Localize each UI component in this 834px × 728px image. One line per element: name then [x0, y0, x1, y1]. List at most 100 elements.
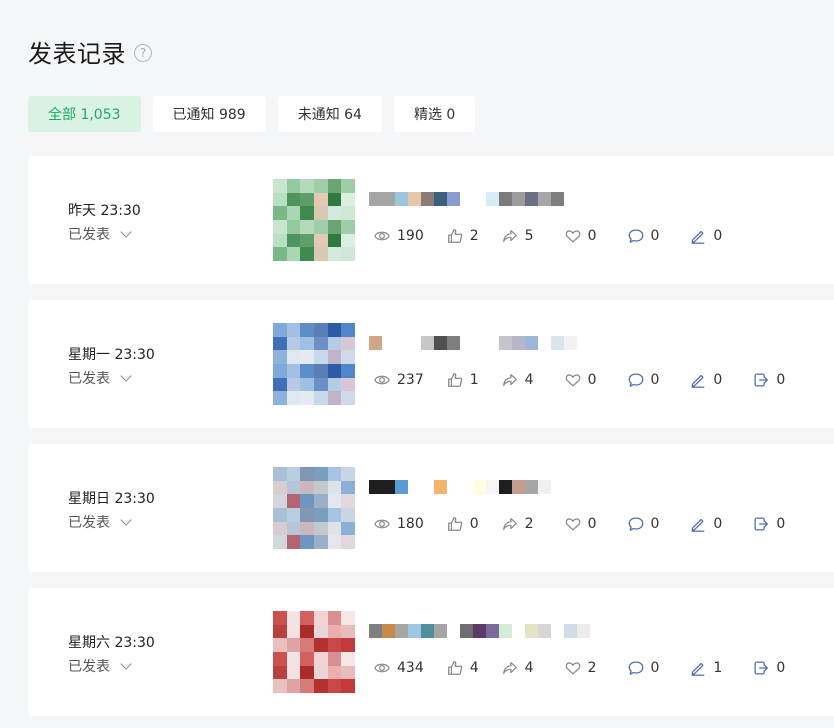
- eye-icon: [373, 371, 391, 389]
- stat-comments: 0: [627, 659, 659, 677]
- thumbnail-pixel: [273, 494, 287, 508]
- thumbnail-pixel: [327, 521, 342, 536]
- post-date: 星期日 23:30: [68, 491, 155, 507]
- post-status-dropdown[interactable]: 已发表: [68, 368, 132, 388]
- thumbnail-pixel: [314, 192, 328, 207]
- edit-icon: [689, 659, 707, 677]
- stat-exports: 0: [752, 659, 785, 677]
- redacted-block: [473, 336, 486, 350]
- redacted-block: [395, 480, 408, 494]
- post-status-label: 已发表: [68, 659, 110, 675]
- thumbnail-pixel: [300, 391, 314, 405]
- stat-exports: 0: [752, 515, 785, 533]
- question-circle-icon[interactable]: ?: [134, 44, 152, 62]
- thumbnail-pixel: [341, 220, 355, 234]
- post-thumbnail[interactable]: [273, 467, 355, 549]
- post-card[interactable]: 星期日 23:30 已发表 180 0 2 0 0 0 0: [28, 444, 834, 572]
- stat-shares: 4: [501, 371, 534, 389]
- thumbnail-pixel: [300, 624, 314, 639]
- thumbnail-pixel: [273, 364, 287, 378]
- thumbnail-pixel: [286, 521, 301, 536]
- thumbnail-pixel: [314, 521, 328, 536]
- stat-shares: 4: [501, 659, 534, 677]
- post-card[interactable]: 星期一 23:30 已发表 237 1 4 0 0 0 0: [28, 300, 834, 428]
- redacted-block: [421, 336, 434, 350]
- thumbnail-pixel: [300, 494, 314, 508]
- thumbnail-pixel: [327, 467, 342, 481]
- thumbnail-pixel: [273, 521, 287, 536]
- stat-edits: 1: [689, 659, 722, 677]
- stat-value: 0: [776, 660, 786, 676]
- post-thumbnail[interactable]: [273, 611, 355, 693]
- thumbnail-pixel: [341, 206, 355, 220]
- stat-value: 0: [713, 228, 723, 244]
- thumbnail-pixel: [327, 247, 342, 261]
- redacted-block: [460, 336, 473, 350]
- post-status-dropdown[interactable]: 已发表: [68, 512, 132, 532]
- redacted-block: [460, 192, 473, 206]
- stat-value: 1: [713, 660, 723, 676]
- thumbnail-pixel: [327, 535, 342, 549]
- post-status-dropdown[interactable]: 已发表: [68, 224, 132, 244]
- redacted-block: [408, 192, 421, 206]
- post-card[interactable]: 星期六 23:30 已发表 434 4 4 2 0 1 0: [28, 588, 834, 716]
- tab-all[interactable]: 全部 1,053: [28, 96, 141, 132]
- thumbnail-pixel: [286, 624, 301, 639]
- thumbnail-pixel: [327, 638, 342, 652]
- thumbnail-pixel: [273, 467, 287, 481]
- stat-edits: 0: [689, 515, 722, 533]
- stat-value: 4: [524, 660, 534, 676]
- thumbs-up-icon: [446, 515, 464, 533]
- share-icon: [501, 515, 519, 533]
- redacted-block: [434, 480, 447, 494]
- post-status-dropdown[interactable]: 已发表: [68, 656, 132, 676]
- tab-not-notified[interactable]: 未通知 64: [277, 96, 382, 132]
- stat-comments: 0: [627, 515, 659, 533]
- post-title-redacted[interactable]: [369, 624, 590, 638]
- stat-comments: 0: [627, 371, 660, 389]
- redacted-block: [538, 336, 551, 350]
- stat-value: 2: [587, 660, 597, 676]
- tab-featured[interactable]: 精选 0: [393, 96, 476, 132]
- stat-value: 0: [713, 372, 723, 388]
- stat-views: 180: [373, 515, 424, 533]
- thumbnail-pixel: [300, 206, 314, 220]
- thumbnail-pixel: [273, 206, 287, 220]
- stat-value: 0: [650, 372, 660, 388]
- thumbnail-pixel: [286, 233, 301, 248]
- thumbnail-pixel: [286, 638, 301, 652]
- eye-icon: [373, 227, 391, 245]
- thumbnail-pixel: [300, 535, 314, 549]
- post-thumbnail[interactable]: [273, 179, 355, 261]
- post-title-redacted[interactable]: [369, 192, 564, 206]
- thumbnail-pixel: [286, 206, 301, 220]
- stat-comments: 0: [627, 227, 659, 245]
- thumbnail-pixel: [341, 192, 355, 207]
- post-card[interactable]: 昨天 23:30 已发表 190 2 5 0 0 0: [28, 156, 834, 284]
- thumbnail-pixel: [300, 611, 314, 625]
- thumbs-up-icon: [446, 371, 464, 389]
- post-date: 星期一 23:30: [68, 347, 155, 363]
- redacted-block: [434, 624, 447, 638]
- redacted-block: [421, 192, 434, 206]
- stat-value: 0: [776, 372, 786, 388]
- redacted-block: [447, 480, 460, 494]
- stat-likes: 2: [446, 227, 479, 245]
- filter-tabs: 全部 1,053 已通知 989 未通知 64 精选 0: [28, 96, 476, 132]
- thumbnail-pixel: [327, 679, 342, 693]
- thumbnail-pixel: [314, 233, 328, 248]
- tab-notified[interactable]: 已通知 989: [152, 96, 266, 132]
- post-title-redacted[interactable]: [369, 336, 577, 350]
- redacted-block: [473, 624, 486, 638]
- redacted-block: [473, 192, 486, 206]
- thumbnail-pixel: [341, 665, 355, 680]
- thumbnail-pixel: [314, 638, 328, 652]
- thumbnail-pixel: [314, 624, 328, 639]
- thumbnail-pixel: [341, 364, 355, 378]
- thumbnail-pixel: [327, 377, 342, 392]
- post-thumbnail[interactable]: [273, 323, 355, 405]
- post-title-redacted[interactable]: [369, 480, 551, 494]
- chevron-down-icon: [120, 369, 132, 382]
- stat-value: 2: [524, 516, 534, 532]
- thumbnail-pixel: [286, 508, 301, 522]
